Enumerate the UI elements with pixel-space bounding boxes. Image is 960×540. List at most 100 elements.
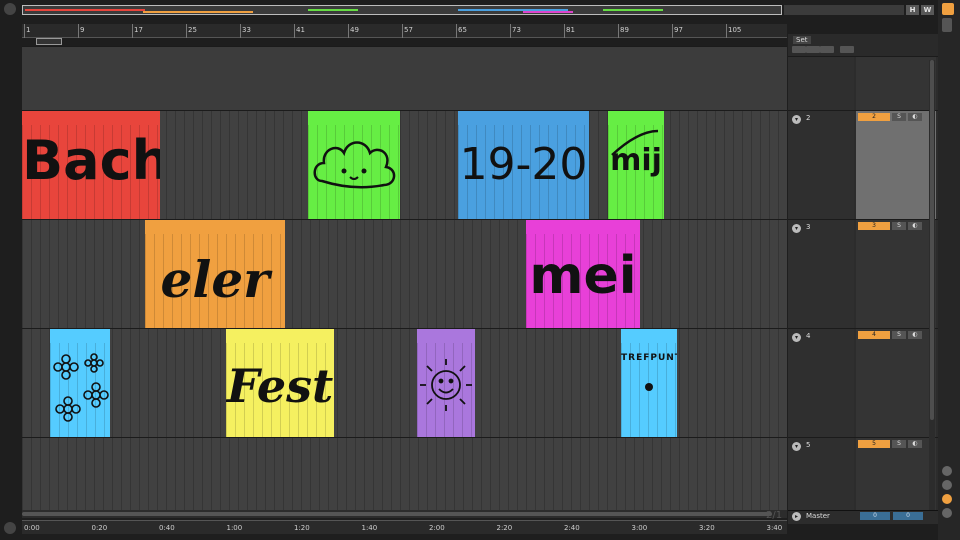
bar-number: 81 bbox=[566, 26, 575, 34]
bar-tick bbox=[618, 24, 619, 38]
time-label: 1:40 bbox=[361, 524, 378, 532]
bar-tick bbox=[456, 24, 457, 38]
track-header-3[interactable]: ▾ 3 3 S ◐ bbox=[788, 219, 938, 328]
time-label: 0:40 bbox=[159, 524, 175, 532]
time-ruler[interactable]: 0:00 0:20 0:40 1:00 1:20 1:40 2:00 2:20 2:40 3:00… bbox=[22, 520, 787, 534]
lock-button[interactable] bbox=[840, 46, 854, 53]
bar-number: 97 bbox=[674, 26, 683, 34]
track-lane-3[interactable] bbox=[22, 219, 787, 328]
bar-number: 33 bbox=[242, 26, 251, 34]
monitor-icon[interactable]: ◐ bbox=[908, 331, 922, 339]
overview-segment bbox=[458, 9, 568, 11]
monitor-icon[interactable]: ◐ bbox=[908, 222, 922, 230]
fold-icon[interactable]: ▾ bbox=[792, 224, 801, 233]
clip-bach[interactable]: Bach bbox=[22, 111, 160, 219]
clip-label: Bach bbox=[22, 129, 160, 192]
track-activator-button[interactable]: 3 bbox=[858, 222, 890, 230]
clip-label: eler bbox=[160, 250, 270, 309]
bar-tick bbox=[726, 24, 727, 38]
time-label: 1:20 bbox=[294, 524, 310, 532]
fold-icon[interactable]: ▸ bbox=[792, 512, 801, 521]
fold-icon[interactable]: ▾ bbox=[792, 115, 801, 124]
mixer-toggle-icon[interactable] bbox=[942, 494, 952, 504]
clip-cloud[interactable] bbox=[308, 111, 400, 219]
time-label: 2:20 bbox=[496, 524, 513, 532]
cloud-icon bbox=[313, 141, 396, 189]
clip-sun[interactable] bbox=[417, 329, 475, 437]
bar-tick bbox=[510, 24, 511, 38]
bar-tick bbox=[78, 24, 79, 38]
menu-icon[interactable] bbox=[942, 3, 954, 15]
time-label: 2:40 bbox=[564, 524, 580, 532]
fold-icon[interactable]: ▾ bbox=[792, 442, 801, 451]
collapse-bottom-button[interactable] bbox=[4, 522, 16, 534]
fold-icon[interactable]: ▾ bbox=[792, 333, 801, 342]
time-label: 2:00 bbox=[429, 524, 445, 532]
bar-tick bbox=[186, 24, 187, 38]
master-volume-left[interactable]: 0 bbox=[860, 512, 890, 520]
clip-mei[interactable]: mei bbox=[526, 220, 640, 328]
bar-number: 1 bbox=[26, 26, 31, 34]
bar-number: 105 bbox=[728, 26, 742, 34]
bar-number: 41 bbox=[296, 26, 305, 34]
bar-tick bbox=[294, 24, 295, 38]
track-activator-button[interactable]: 2 bbox=[858, 113, 890, 121]
track-name: 2 bbox=[806, 114, 811, 122]
bar-number: 9 bbox=[80, 26, 85, 34]
monitor-icon[interactable]: ◐ bbox=[908, 440, 922, 448]
track-headers: ▾ 2 2 S ◐ ▾ 3 3 S ◐ ▾ 4 4 S ◐ ▾ 5 5 S ◐ bbox=[788, 56, 938, 516]
nav-left-button[interactable] bbox=[792, 46, 806, 53]
solo-button[interactable]: S bbox=[892, 331, 906, 339]
solo-button[interactable]: S bbox=[892, 113, 906, 121]
arrangement-overview[interactable] bbox=[22, 5, 782, 15]
pause-icon[interactable] bbox=[942, 18, 952, 32]
sun-icon bbox=[420, 359, 472, 411]
clip-label: Fest bbox=[226, 359, 334, 413]
clip-fest[interactable]: Fest bbox=[226, 329, 334, 437]
crossfader-toggle-icon[interactable] bbox=[942, 508, 952, 518]
track-header-top bbox=[788, 56, 938, 110]
loop-brace[interactable] bbox=[36, 38, 62, 45]
beat-ruler[interactable]: 1 9 17 25 33 41 49 57 65 73 81 89 97 105 bbox=[22, 24, 787, 38]
solo-button[interactable]: S bbox=[892, 440, 906, 448]
horizontal-scrollbar[interactable] bbox=[22, 510, 787, 518]
fit-width-button[interactable]: W bbox=[921, 5, 934, 15]
fit-height-button[interactable]: H bbox=[906, 5, 919, 15]
track-name: 5 bbox=[806, 441, 811, 449]
track-activator-button[interactable]: 4 bbox=[858, 331, 890, 339]
expand-button[interactable] bbox=[820, 46, 834, 53]
clip-eler[interactable]: eler bbox=[145, 220, 285, 328]
returns-toggle-icon[interactable] bbox=[942, 480, 952, 490]
set-label: Set bbox=[793, 36, 811, 44]
nav-right-button[interactable] bbox=[806, 46, 820, 53]
overview-segment bbox=[25, 9, 145, 11]
clip-date[interactable]: 19-20 bbox=[458, 111, 589, 219]
collapse-button[interactable] bbox=[4, 3, 16, 15]
time-label: 0:20 bbox=[91, 524, 108, 532]
bar-tick bbox=[672, 24, 673, 38]
vertical-scrollbar[interactable] bbox=[929, 60, 935, 510]
clip-label: TREFPUNT bbox=[621, 353, 677, 363]
arrangement-view[interactable]: Bach 19-20 mij eler mei Fest TREFPUNT bbox=[22, 46, 787, 516]
master-volume-right[interactable]: 0 bbox=[893, 512, 923, 520]
track-header-5[interactable]: ▾ 5 5 S ◐ bbox=[788, 437, 938, 516]
io-toggle-icon[interactable] bbox=[942, 466, 952, 476]
bar-tick bbox=[564, 24, 565, 38]
solo-button[interactable]: S bbox=[892, 222, 906, 230]
monitor-icon[interactable]: ◐ bbox=[908, 113, 922, 121]
clip-mij[interactable]: mij bbox=[608, 111, 664, 219]
clip-flowers[interactable] bbox=[50, 329, 110, 437]
track-header-2[interactable]: ▾ 2 2 S ◐ bbox=[788, 110, 938, 219]
top-lane[interactable] bbox=[22, 46, 787, 110]
clip-label: mei bbox=[529, 246, 637, 306]
track-name: 4 bbox=[806, 332, 811, 340]
clip-trefpunt[interactable]: TREFPUNT bbox=[621, 329, 677, 437]
overview-extension bbox=[784, 5, 904, 15]
master-track-name: Master bbox=[806, 512, 830, 520]
track-activator-button[interactable]: 5 bbox=[858, 440, 890, 448]
clip-label: 19-20 bbox=[459, 139, 588, 190]
time-label: 3:20 bbox=[699, 524, 715, 532]
track-lane-5[interactable] bbox=[22, 437, 787, 516]
bar-tick bbox=[348, 24, 349, 38]
track-header-4[interactable]: ▾ 4 4 S ◐ bbox=[788, 328, 938, 437]
